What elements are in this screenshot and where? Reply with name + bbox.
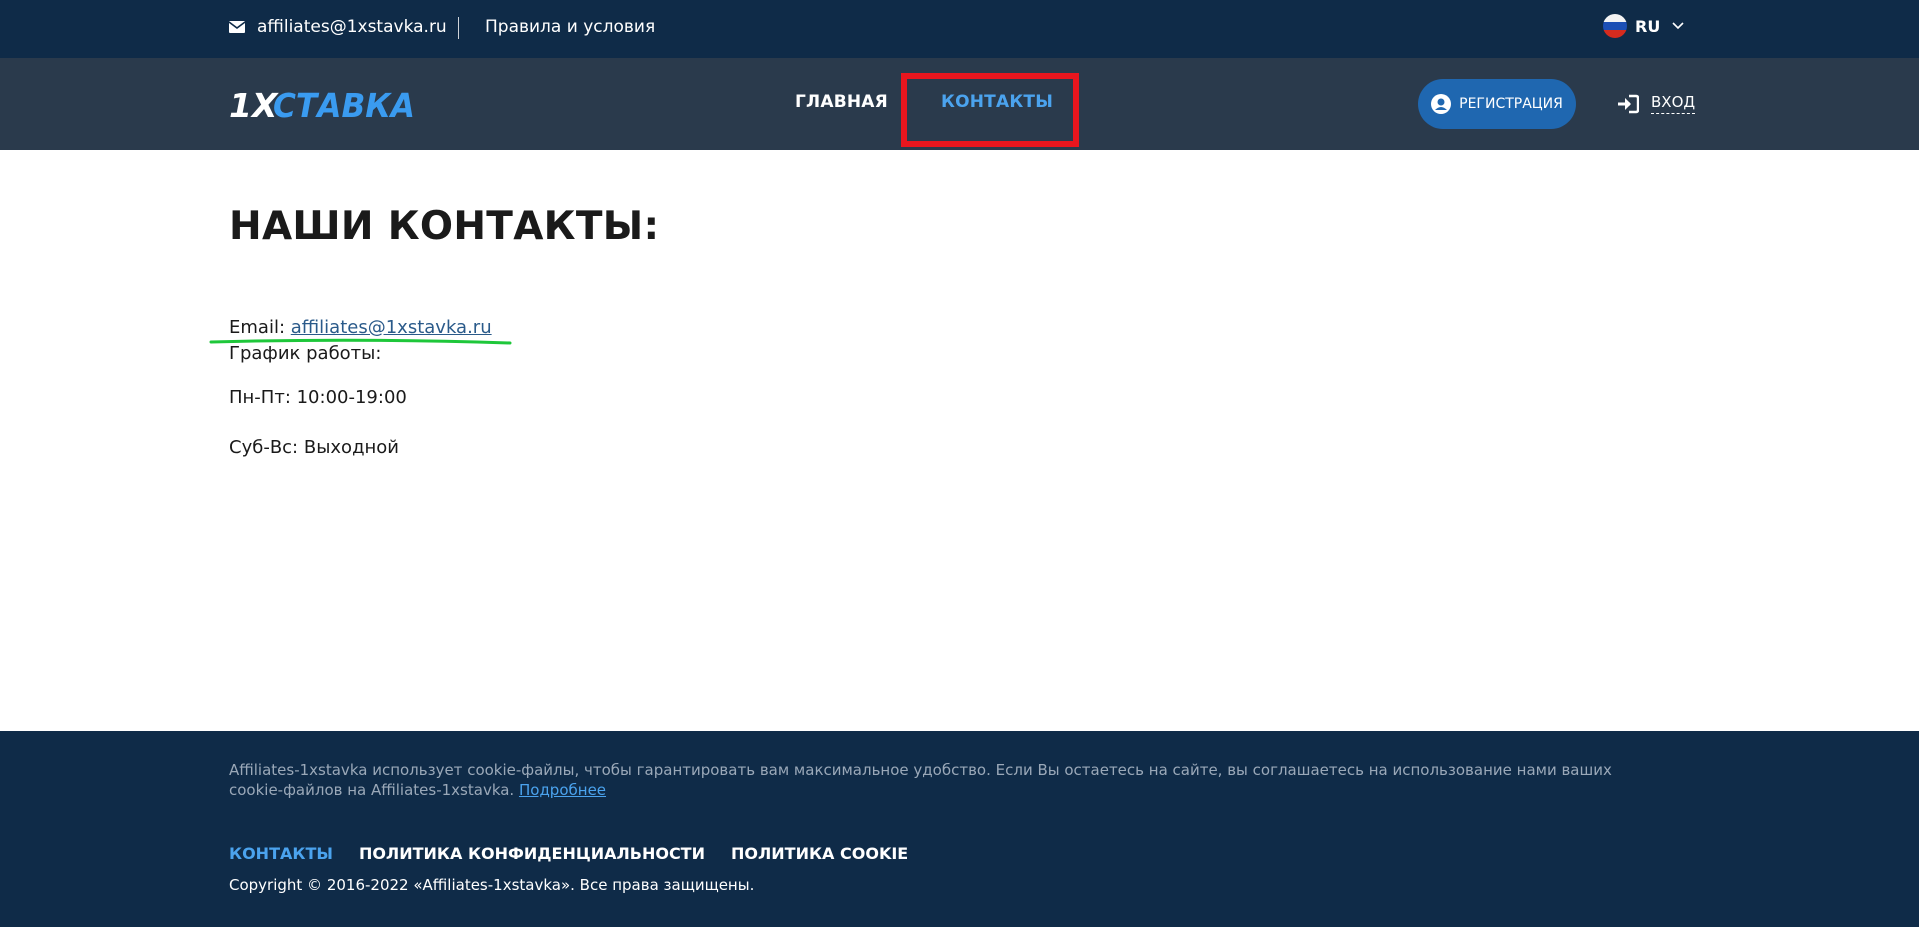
user-circle-icon — [1431, 94, 1452, 114]
login-label: ВХОД — [1651, 93, 1696, 114]
contact-email-text: affiliates@1xstavka.ru — [257, 17, 447, 37]
schedule-label: График работы: — [229, 343, 382, 364]
schedule-weekend: Суб-Вс: Выходной — [229, 437, 399, 458]
site-logo[interactable]: 1X СТАВКА — [229, 86, 417, 122]
contact-email-link[interactable]: affiliates@1xstavka.ru — [229, 17, 447, 37]
footer-link-cookie[interactable]: ПОЛИТИКА COOKIE — [731, 844, 908, 863]
russia-flag-icon — [1603, 14, 1627, 38]
main-navbar: 1X СТАВКА ГЛАВНАЯ КОНТАКТЫ РЕГИСТРАЦИЯ В… — [0, 58, 1919, 150]
language-selector[interactable]: RU — [1603, 14, 1684, 38]
envelope-icon — [229, 21, 245, 33]
top-bar: affiliates@1xstavka.ru Правила и условия… — [0, 0, 1919, 58]
footer-link-contacts[interactable]: КОНТАКТЫ — [229, 844, 333, 863]
cookie-notice: Affiliates-1xstavka использует cookie-фа… — [229, 760, 1669, 800]
footer: Affiliates-1xstavka использует cookie-фа… — [0, 731, 1919, 927]
schedule-weekdays: Пн-Пт: 10:00-19:00 — [229, 387, 407, 408]
copyright: Copyright © 2016-2022 «Affiliates-1xstav… — [229, 876, 755, 894]
language-label: RU — [1635, 16, 1661, 36]
email-line: Email: affiliates@1xstavka.ru — [229, 317, 492, 338]
nav-home[interactable]: ГЛАВНАЯ — [795, 92, 888, 112]
login-button[interactable]: ВХОД — [1617, 93, 1696, 114]
register-button[interactable]: РЕГИСТРАЦИЯ — [1418, 79, 1576, 129]
divider — [458, 17, 459, 39]
svg-text:СТАВКА: СТАВКА — [273, 86, 415, 122]
email-link[interactable]: affiliates@1xstavka.ru — [291, 317, 492, 338]
page-title: НАШИ КОНТАКТЫ: — [229, 204, 660, 249]
terms-link[interactable]: Правила и условия — [485, 17, 655, 37]
cookie-more-link[interactable]: Подробнее — [519, 781, 606, 799]
register-label: РЕГИСТРАЦИЯ — [1459, 96, 1563, 112]
footer-link-privacy[interactable]: ПОЛИТИКА КОНФИДЕНЦИАЛЬНОСТИ — [359, 844, 705, 863]
footer-links: КОНТАКТЫ ПОЛИТИКА КОНФИДЕНЦИАЛЬНОСТИ ПОЛ… — [229, 844, 934, 863]
cookie-text: Affiliates-1xstavka использует cookie-фа… — [229, 761, 1612, 799]
sign-in-icon — [1618, 94, 1639, 113]
svg-text:1X: 1X — [229, 86, 279, 122]
email-label: Email: — [229, 317, 286, 338]
highlight-annotation-box — [901, 73, 1079, 147]
chevron-down-icon — [1672, 22, 1684, 30]
